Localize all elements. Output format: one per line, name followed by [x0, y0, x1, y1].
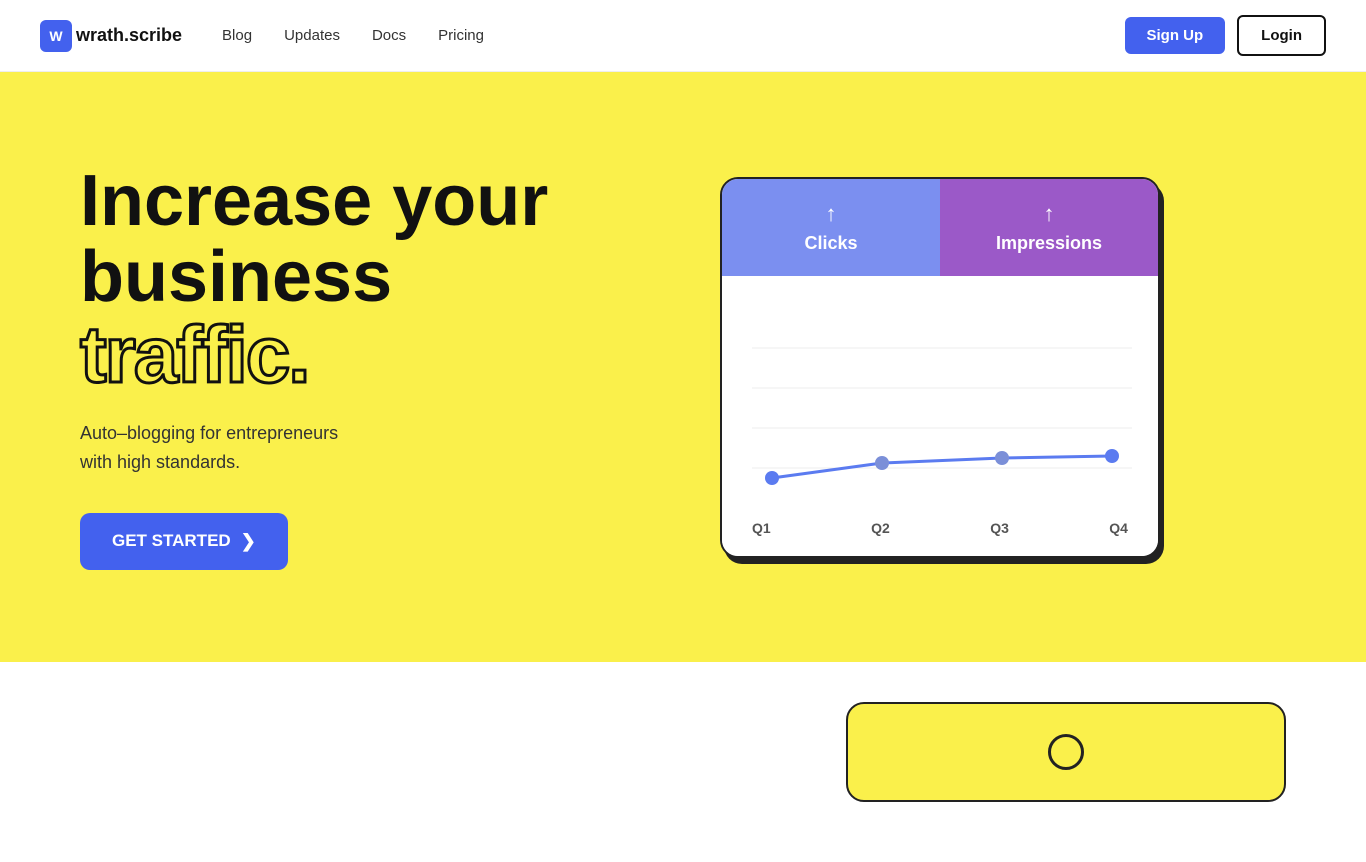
quarter-q4: Q4 — [1109, 520, 1128, 536]
clicks-arrow-icon: ↑ — [826, 201, 837, 227]
chart-dot-q3 — [995, 451, 1009, 465]
hero-title: Increase your business traffic. — [80, 164, 660, 395]
quarter-q3: Q3 — [990, 520, 1009, 536]
nav-blog[interactable]: Blog — [222, 27, 252, 44]
logo[interactable]: W wrath.scribe — [40, 20, 182, 52]
signup-button[interactable]: Sign Up — [1125, 17, 1226, 54]
cta-label: GET STARTED — [112, 531, 231, 551]
chart-body: Q1 Q2 Q3 Q4 — [722, 276, 1158, 556]
tab-impressions[interactable]: ↑ Impressions — [940, 179, 1158, 276]
quarter-q1: Q1 — [752, 520, 771, 536]
hero-title-line1: Increase your — [80, 161, 548, 241]
hero-title-traffic: traffic. — [80, 315, 660, 395]
hero-title-line2: business — [80, 237, 392, 317]
navbar: W wrath.scribe Blog Updates Docs Pricing… — [0, 0, 1366, 72]
hero-chart: ↑ Clicks ↑ Impressions — [720, 177, 1160, 558]
login-button[interactable]: Login — [1237, 15, 1326, 56]
hero-subtitle-line2: with high standards. — [80, 452, 240, 472]
nav-docs[interactable]: Docs — [372, 27, 406, 44]
hero-section: Increase your business traffic. Auto–blo… — [0, 72, 1366, 662]
below-fold-section — [0, 662, 1366, 862]
nav-right: Sign Up Login — [1125, 15, 1327, 56]
chart-dot-q4 — [1105, 449, 1119, 463]
second-card — [846, 702, 1286, 802]
hero-subtitle: Auto–blogging for entrepreneurs with hig… — [80, 419, 660, 477]
chart-quarters: Q1 Q2 Q3 Q4 — [752, 520, 1128, 536]
quarter-q2: Q2 — [871, 520, 890, 536]
chart-dot-q1 — [765, 471, 779, 485]
tab-clicks[interactable]: ↑ Clicks — [722, 179, 940, 276]
clicks-label: Clicks — [804, 233, 857, 254]
hero-subtitle-line1: Auto–blogging for entrepreneurs — [80, 423, 338, 443]
chart-dot-q2 — [875, 456, 889, 470]
nav-links: Blog Updates Docs Pricing — [222, 27, 484, 44]
impressions-arrow-icon: ↑ — [1044, 201, 1055, 227]
hero-content: Increase your business traffic. Auto–blo… — [80, 164, 660, 570]
chart-svg — [752, 308, 1132, 508]
chart-svg-area — [752, 306, 1128, 508]
nav-pricing[interactable]: Pricing — [438, 27, 484, 44]
cta-arrow-icon: ❯ — [241, 531, 256, 552]
chart-card: ↑ Clicks ↑ Impressions — [720, 177, 1160, 558]
get-started-button[interactable]: GET STARTED ❯ — [80, 513, 288, 570]
nav-updates[interactable]: Updates — [284, 27, 340, 44]
second-card-dot — [1048, 734, 1084, 770]
chart-tabs: ↑ Clicks ↑ Impressions — [722, 179, 1158, 276]
logo-text: wrath.scribe — [76, 25, 182, 46]
impressions-label: Impressions — [996, 233, 1102, 254]
logo-icon: W — [40, 20, 72, 52]
nav-left: W wrath.scribe Blog Updates Docs Pricing — [40, 20, 484, 52]
